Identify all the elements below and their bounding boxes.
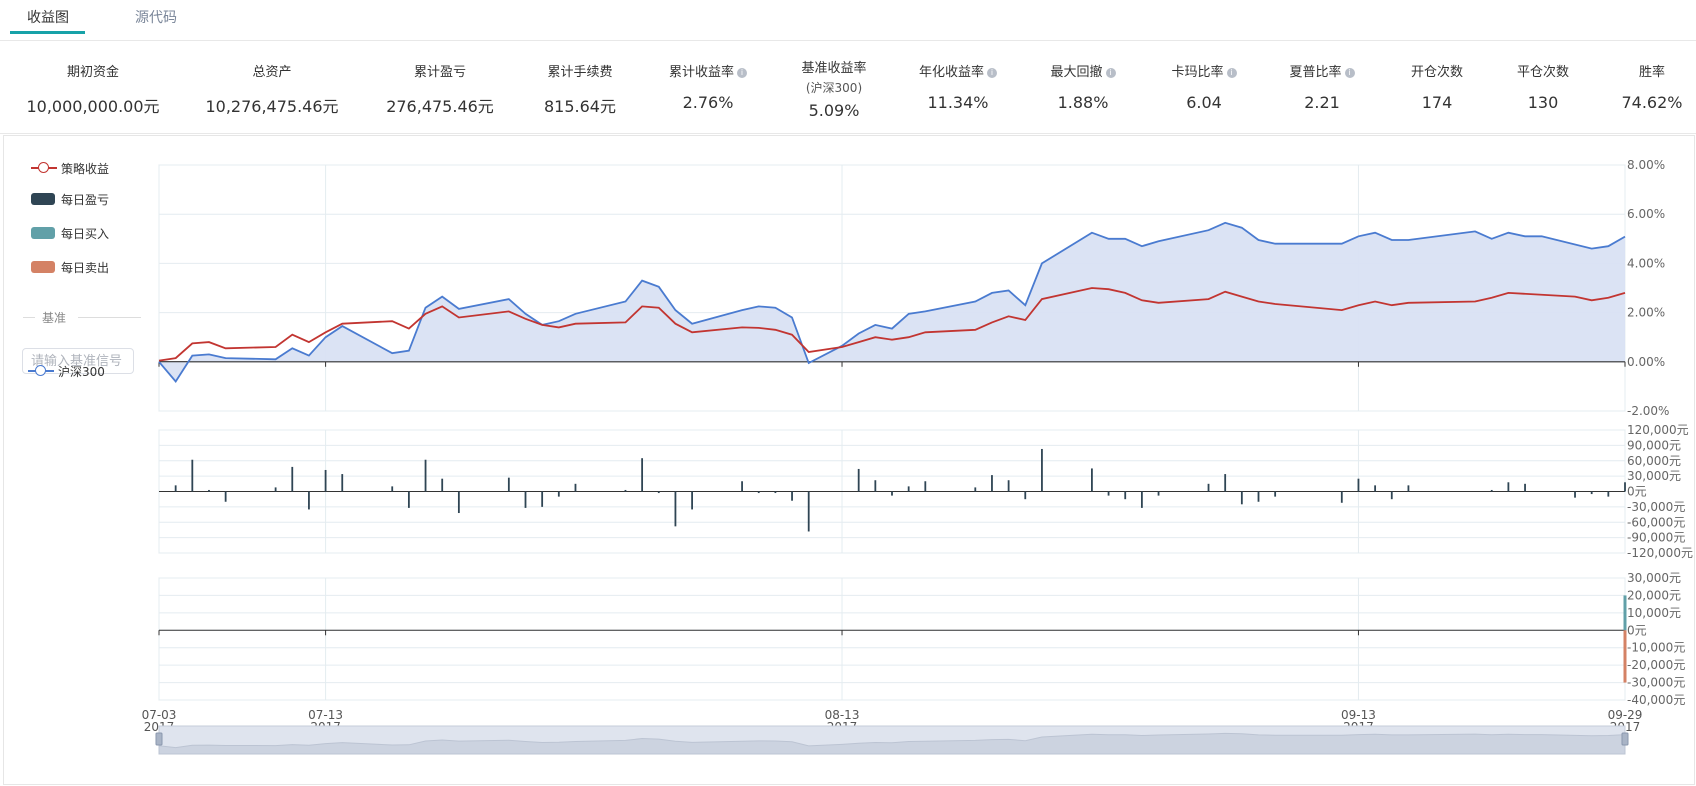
stat-label: 开仓次数 <box>1410 65 1463 80</box>
stat-value: 130 <box>1527 93 1559 112</box>
stat-8: 卡玛比率 i 6.04 <box>1159 41 1249 133</box>
stat-6: 年化收益率 i 11.34% <box>908 41 1008 133</box>
legend-swatch <box>31 227 55 239</box>
stat-label: 平仓次数 <box>1516 65 1569 80</box>
stats-bar: 期初资金 10,000,000.00元 总资产 10,276,475.46元 累计盈亏 2… <box>0 40 1696 134</box>
stat-5: 基准收益率 (沪深300) 5.09% <box>779 41 889 133</box>
benchmark-title: 基准 <box>23 309 141 325</box>
tab-source-code[interactable]: 源代码 <box>135 8 177 36</box>
info-icon[interactable]: i <box>987 67 997 78</box>
benchmark-title-text: 基准 <box>42 311 67 325</box>
stat-value: 11.34% <box>927 93 989 112</box>
stat-7: 最大回撤 i 1.88% <box>1033 41 1133 133</box>
info-icon[interactable]: i <box>1226 67 1237 78</box>
stat-value: 815.64元 <box>544 97 616 116</box>
chart-panel: 策略收益 每日盈亏 每日买入 每日卖出 基准 请输入基准信号 沪深300 <box>3 135 1695 785</box>
stat-label: 夏普比率 i <box>1277 61 1367 80</box>
stat-label: 最大回撤 i <box>1033 61 1133 80</box>
stat-label: 总资产 <box>252 65 292 80</box>
legend-swatch <box>31 193 55 205</box>
legend-label: 沪深300 <box>58 365 105 379</box>
stat-value: 10,276,475.46元 <box>205 97 339 116</box>
stat-value: 10,000,000.00元 <box>26 97 160 116</box>
stat-value: 276,475.46元 <box>386 97 494 116</box>
stat-value: 2.21 <box>1304 93 1340 112</box>
stat-value: 5.09% <box>808 101 860 120</box>
stat-label: 年化收益率 i <box>908 61 1008 80</box>
legend-label: 策略收益 <box>61 162 110 176</box>
active-tab-indicator <box>10 31 85 34</box>
stat-value: 74.62% <box>1621 93 1683 112</box>
chart-legend: 策略收益 每日盈亏 每日买入 每日卖出 基准 请输入基准信号 沪深300 <box>4 136 154 436</box>
stat-label: 基准收益率 <box>801 61 867 76</box>
stat-label: 累计盈亏 <box>413 65 466 80</box>
legend-label: 每日卖出 <box>61 261 110 275</box>
stat-value: 174 <box>1421 93 1453 112</box>
legend-circle-icon <box>35 365 46 376</box>
stat-12: 胜率 74.62% <box>1607 41 1696 133</box>
info-icon[interactable]: i <box>1105 67 1116 78</box>
stat-2: 累计盈亏 276,475.46元 <box>365 41 515 133</box>
stat-label: 卡玛比率 i <box>1159 61 1249 80</box>
stat-0: 期初资金 10,000,000.00元 <box>18 41 168 133</box>
stat-1: 总资产 10,276,475.46元 <box>187 41 357 133</box>
tab-bar: 收益图 源代码 <box>0 0 1696 36</box>
stat-value: 6.04 <box>1186 93 1222 112</box>
info-icon[interactable]: i <box>737 67 747 78</box>
stat-label: 累计手续费 <box>547 65 613 80</box>
stat-11: 平仓次数 130 <box>1498 41 1588 133</box>
stat-10: 开仓次数 174 <box>1392 41 1482 133</box>
stat-label: 累计收益率 i <box>658 61 758 80</box>
legend-circle-icon <box>38 162 49 173</box>
stat-label: 期初资金 <box>66 65 119 80</box>
stat-label: 胜率 <box>1638 65 1665 80</box>
stat-9: 夏普比率 i 2.21 <box>1277 41 1367 133</box>
stat-4: 累计收益率 i 2.76% <box>658 41 758 133</box>
info-icon[interactable]: i <box>1344 67 1355 78</box>
stat-sublabel: (沪深300) <box>805 81 863 95</box>
legend-label: 每日盈亏 <box>61 193 110 207</box>
legend-label: 每日买入 <box>61 227 110 241</box>
stat-3: 累计手续费 815.64元 <box>520 41 640 133</box>
stat-value: 1.88% <box>1057 93 1109 112</box>
stat-value: 2.76% <box>682 93 734 112</box>
legend-swatch <box>31 261 55 273</box>
